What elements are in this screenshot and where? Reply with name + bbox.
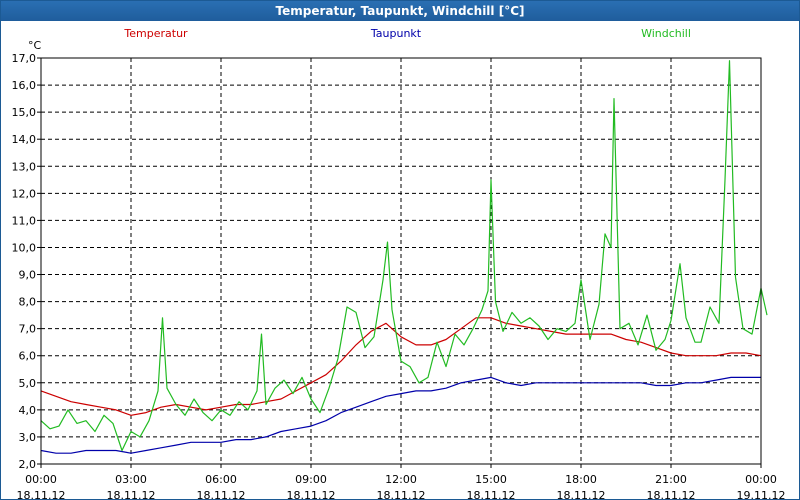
plot-background [1, 21, 799, 499]
y-tick-label: 8,0 [19, 296, 37, 309]
y-tick-label: 5,0 [19, 377, 37, 390]
y-tick-label: 12,0 [12, 187, 37, 200]
y-tick-label: 13,0 [12, 160, 37, 173]
y-tick-label: 9,0 [19, 269, 37, 282]
x-tick-date-label: 18.11.12 [557, 489, 606, 499]
y-tick-label: 4,0 [19, 404, 37, 417]
x-tick-date-label: 18.11.12 [287, 489, 336, 499]
y-tick-label: 11,0 [12, 214, 37, 227]
x-tick-date-label: 19.11.12 [737, 489, 786, 499]
y-tick-label: 2,0 [19, 458, 37, 471]
y-axis-label: °C [28, 39, 42, 52]
chart-window: Temperatur, Taupunkt, Windchill [°C] 2,0… [0, 0, 800, 500]
y-tick-label: 14,0 [12, 133, 37, 146]
window-title: Temperatur, Taupunkt, Windchill [°C] [1, 1, 799, 21]
x-tick-time-label: 06:00 [205, 473, 237, 486]
x-tick-date-label: 18.11.12 [17, 489, 66, 499]
x-tick-time-label: 09:00 [295, 473, 327, 486]
legend-item-windchill: Windchill [641, 27, 691, 40]
x-tick-date-label: 18.11.12 [107, 489, 156, 499]
x-tick-date-label: 18.11.12 [197, 489, 246, 499]
x-tick-time-label: 00:00 [25, 473, 57, 486]
legend-item-taupunkt: Taupunkt [370, 27, 422, 40]
y-tick-label: 17,0 [12, 52, 37, 65]
x-tick-time-label: 03:00 [115, 473, 147, 486]
y-tick-label: 15,0 [12, 106, 37, 119]
y-tick-label: 16,0 [12, 79, 37, 92]
x-tick-time-label: 21:00 [655, 473, 687, 486]
legend-item-temperatur: Temperatur [123, 27, 188, 40]
x-tick-date-label: 18.11.12 [647, 489, 696, 499]
y-tick-label: 6,0 [19, 350, 37, 363]
x-tick-time-label: 18:00 [565, 473, 597, 486]
y-tick-label: 10,0 [12, 241, 37, 254]
x-tick-time-label: 15:00 [475, 473, 507, 486]
y-tick-label: 3,0 [19, 431, 37, 444]
x-tick-time-label: 00:00 [745, 473, 777, 486]
x-tick-date-label: 18.11.12 [377, 489, 426, 499]
x-tick-date-label: 18.11.12 [467, 489, 516, 499]
line-chart: 2,0 3,0 4,0 5,0 6,0 7,0 8,0 9,0 10,0 11,0 12,0 13,0… [1, 21, 799, 499]
y-tick-label: 7,0 [19, 323, 37, 336]
x-tick-time-label: 12:00 [385, 473, 417, 486]
